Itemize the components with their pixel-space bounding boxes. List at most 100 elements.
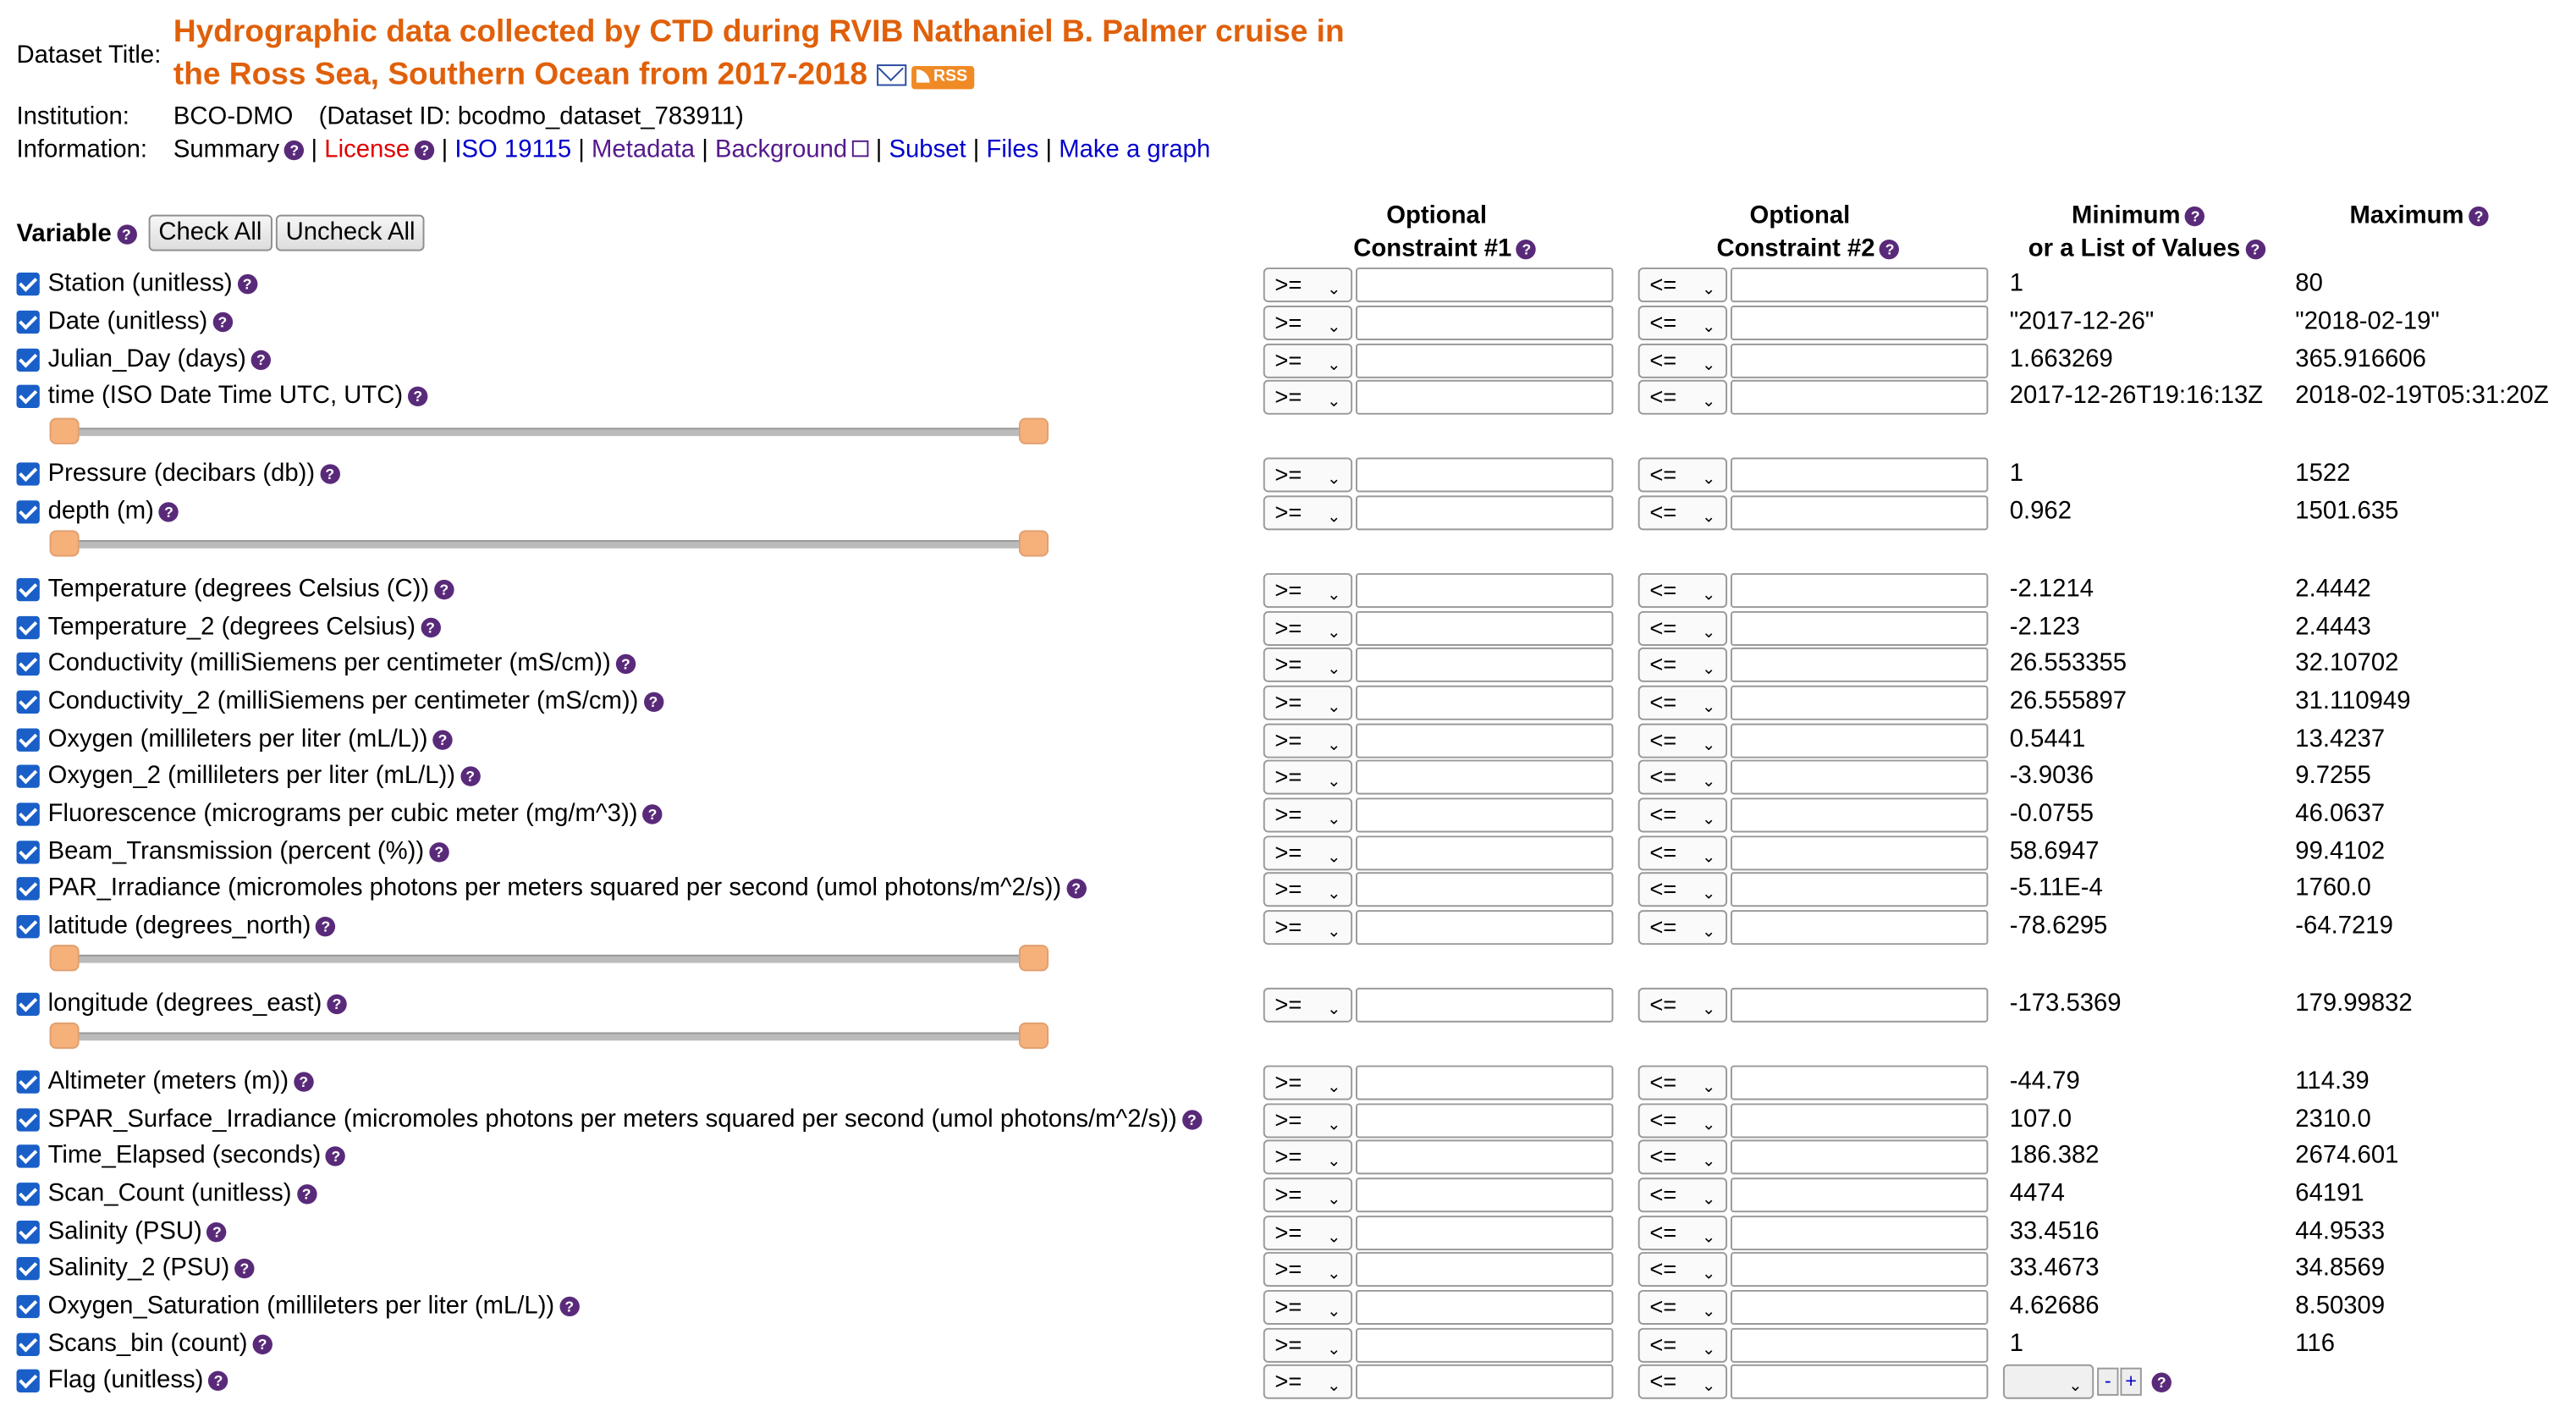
- variable-checkbox[interactable]: [16, 1294, 40, 1319]
- constraint1-input[interactable]: [1356, 647, 1614, 682]
- constraint1-operator-select[interactable]: >= ⌄: [1263, 723, 1353, 758]
- constraint2-input[interactable]: [1730, 1327, 1989, 1363]
- flag-plus-button[interactable]: +: [2120, 1367, 2142, 1396]
- variable-help-icon[interactable]: ?: [327, 994, 347, 1015]
- variable-checkbox[interactable]: [16, 1108, 40, 1132]
- constraint2-operator-select[interactable]: <= ⌄: [1638, 305, 1728, 340]
- variable-help-icon[interactable]: ?: [615, 653, 636, 675]
- constraint2-input[interactable]: [1730, 305, 1989, 340]
- iso-19115-link[interactable]: ISO 19115: [454, 135, 571, 163]
- constraint2-operator-select[interactable]: <= ⌄: [1638, 910, 1728, 946]
- slider-min-handle[interactable]: [49, 945, 80, 972]
- range-slider[interactable]: [49, 417, 1049, 444]
- constraint2-input[interactable]: [1730, 267, 1989, 303]
- variable-checkbox[interactable]: [16, 652, 40, 676]
- constraint1-input[interactable]: [1356, 343, 1614, 378]
- variable-help-icon[interactable]: ?: [326, 1146, 346, 1166]
- constraint2-input[interactable]: [1730, 1103, 1989, 1139]
- variable-help-icon[interactable]: ?: [432, 730, 453, 750]
- constraint2-operator-select[interactable]: <= ⌄: [1638, 1065, 1728, 1100]
- files-link[interactable]: Files: [987, 135, 1039, 163]
- constraint1-input[interactable]: [1356, 685, 1614, 720]
- license-help-icon[interactable]: ?: [415, 140, 435, 161]
- constraint1-operator-select[interactable]: >= ⌄: [1263, 1216, 1353, 1251]
- constraint2-operator-select[interactable]: <= ⌄: [1638, 835, 1728, 871]
- variable-checkbox[interactable]: [16, 577, 40, 602]
- constraint1-operator-select[interactable]: >= ⌄: [1263, 987, 1353, 1023]
- summary-help-icon[interactable]: ?: [283, 140, 305, 161]
- constraint2-operator-select[interactable]: <= ⌄: [1638, 759, 1728, 795]
- constraint2-input[interactable]: [1730, 1216, 1989, 1251]
- subset-link[interactable]: Subset: [889, 135, 966, 163]
- slider-min-handle[interactable]: [49, 417, 80, 444]
- email-icon[interactable]: [877, 64, 907, 86]
- variable-help-icon[interactable]: ?: [559, 1296, 580, 1317]
- variable-checkbox[interactable]: [16, 462, 40, 486]
- variable-checkbox[interactable]: [16, 348, 40, 372]
- variable-checkbox[interactable]: [16, 1256, 40, 1281]
- constraint1-operator-select[interactable]: >= ⌄: [1263, 457, 1353, 493]
- constraint1-input[interactable]: [1356, 1103, 1614, 1139]
- constraint1-operator-select[interactable]: >= ⌄: [1263, 1252, 1353, 1287]
- variable-checkbox[interactable]: [16, 500, 40, 524]
- constraint1-input[interactable]: [1356, 573, 1614, 609]
- variable-checkbox[interactable]: [16, 915, 40, 939]
- variable-help-icon[interactable]: ?: [408, 386, 428, 407]
- constraint1-operator-select[interactable]: >= ⌄: [1263, 872, 1353, 907]
- variable-checkbox[interactable]: [16, 764, 40, 788]
- flag-help-icon[interactable]: ?: [2151, 1372, 2171, 1392]
- variable-checkbox[interactable]: [16, 877, 40, 901]
- constraint1-input[interactable]: [1356, 495, 1614, 531]
- variable-help-icon[interactable]: ?: [316, 916, 336, 937]
- range-slider[interactable]: [49, 945, 1049, 972]
- constraint2-input[interactable]: [1730, 379, 1989, 415]
- constraint1-input[interactable]: [1356, 1065, 1614, 1100]
- maximum-help-icon[interactable]: ?: [2469, 206, 2489, 227]
- constraint1-operator-select[interactable]: >= ⌄: [1263, 379, 1353, 415]
- constraint2-operator-select[interactable]: <= ⌄: [1638, 797, 1728, 833]
- constraint2-operator-select[interactable]: <= ⌄: [1638, 685, 1728, 720]
- constraint1-input[interactable]: [1356, 1327, 1614, 1363]
- variable-help-icon[interactable]: ?: [294, 1072, 314, 1092]
- variable-checkbox[interactable]: [16, 1070, 40, 1094]
- rss-icon[interactable]: RSS: [911, 66, 974, 90]
- constraint1-operator-select[interactable]: >= ⌄: [1263, 343, 1353, 378]
- constraint1-input[interactable]: [1356, 379, 1614, 415]
- constraint2-input[interactable]: [1730, 343, 1989, 378]
- range-slider[interactable]: [49, 530, 1049, 557]
- constraint1-operator-select[interactable]: >= ⌄: [1263, 573, 1353, 609]
- constraint1-input[interactable]: [1356, 1216, 1614, 1251]
- variable-help-icon[interactable]: ?: [429, 842, 449, 863]
- variable-help-icon[interactable]: ?: [237, 273, 257, 295]
- variable-help-icon[interactable]: ?: [234, 1258, 255, 1279]
- constraint2-input[interactable]: [1730, 835, 1989, 871]
- variable-checkbox[interactable]: [16, 1183, 40, 1206]
- constraint2-operator-select[interactable]: <= ⌄: [1638, 457, 1728, 493]
- check-all-button[interactable]: Check All: [148, 214, 272, 251]
- variable-help-icon[interactable]: ?: [296, 1184, 316, 1205]
- variable-checkbox[interactable]: [16, 1144, 40, 1168]
- variable-help-icon[interactable]: ?: [212, 312, 233, 333]
- constraint2-input[interactable]: [1730, 685, 1989, 720]
- variable-checkbox[interactable]: [16, 384, 40, 408]
- constraint1-input[interactable]: [1356, 267, 1614, 303]
- slider-max-handle[interactable]: [1018, 945, 1049, 972]
- constraint1-operator-select[interactable]: >= ⌄: [1263, 759, 1353, 795]
- constraint2-input[interactable]: [1730, 573, 1989, 609]
- constraint1-operator-select[interactable]: >= ⌄: [1263, 835, 1353, 871]
- slider-min-handle[interactable]: [49, 1022, 80, 1050]
- constraint2-operator-select[interactable]: <= ⌄: [1638, 610, 1728, 646]
- make-a-graph-link[interactable]: Make a graph: [1059, 135, 1210, 163]
- constraint1-input[interactable]: [1356, 872, 1614, 907]
- constraint2-operator-select[interactable]: <= ⌄: [1638, 1139, 1728, 1175]
- constraint2-operator-select[interactable]: <= ⌄: [1638, 872, 1728, 907]
- variable-help-icon[interactable]: ?: [460, 766, 481, 786]
- constraint1-operator-select[interactable]: >= ⌄: [1263, 610, 1353, 646]
- constraint1-operator-select[interactable]: >= ⌄: [1263, 797, 1353, 833]
- constraint1-operator-select[interactable]: >= ⌄: [1263, 910, 1353, 946]
- constraint2-operator-select[interactable]: <= ⌄: [1638, 1252, 1728, 1287]
- constraint2-operator-select[interactable]: <= ⌄: [1638, 1327, 1728, 1363]
- constraint1-input[interactable]: [1356, 457, 1614, 493]
- slider-max-handle[interactable]: [1018, 417, 1049, 444]
- variable-checkbox[interactable]: [16, 992, 40, 1017]
